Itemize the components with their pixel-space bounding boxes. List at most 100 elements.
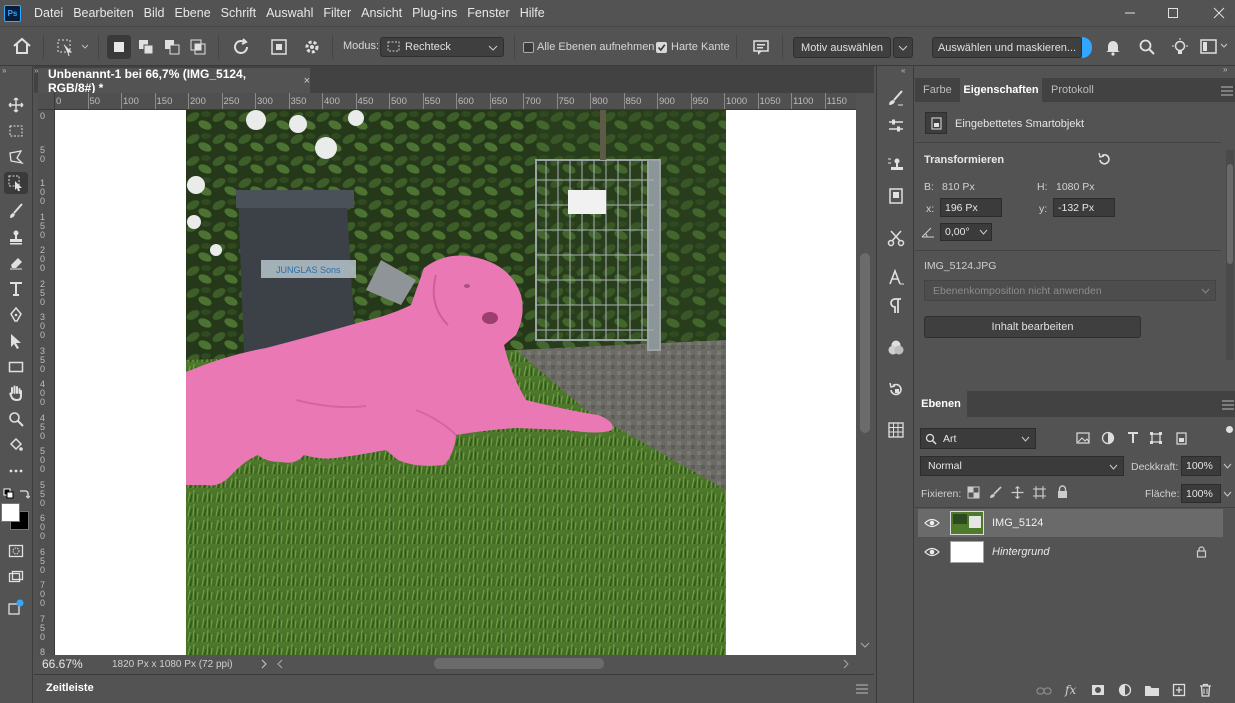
libraries-panel-button[interactable] bbox=[883, 184, 909, 208]
panel-menu-icon[interactable] bbox=[1222, 400, 1234, 410]
filter-shape-button[interactable] bbox=[1149, 431, 1163, 445]
add-to-selection-button[interactable] bbox=[134, 35, 158, 59]
filter-pixel-button[interactable] bbox=[1076, 431, 1090, 445]
filter-adjustment-button[interactable] bbox=[1101, 431, 1115, 445]
angle-input[interactable]: 0,00° bbox=[940, 223, 992, 241]
filter-toggle-icon[interactable] bbox=[1226, 426, 1233, 433]
timeline-tab[interactable]: Zeitleiste bbox=[46, 682, 94, 694]
object-selection-tool[interactable] bbox=[4, 172, 28, 194]
menu-fenster[interactable]: Fenster bbox=[462, 0, 514, 26]
discover-button[interactable] bbox=[1170, 37, 1190, 57]
opacity-input[interactable]: 100% bbox=[1181, 456, 1221, 476]
lasso-tool[interactable] bbox=[4, 146, 28, 168]
tab-farbe[interactable]: Farbe bbox=[923, 78, 952, 102]
blend-mode-select[interactable]: Normal bbox=[920, 456, 1124, 476]
chevron-down-icon[interactable] bbox=[1223, 463, 1232, 470]
menu-plugins[interactable]: Plug-ins bbox=[407, 0, 462, 26]
reset-transform-button[interactable] bbox=[1097, 152, 1111, 166]
stamp-tool[interactable] bbox=[4, 226, 28, 248]
notifications-button[interactable] bbox=[1104, 38, 1122, 56]
brush-settings-panel-button[interactable] bbox=[883, 86, 909, 110]
quick-mask-button[interactable] bbox=[4, 540, 28, 562]
menu-datei[interactable]: Datei bbox=[29, 0, 68, 26]
lock-artboard-button[interactable] bbox=[1033, 486, 1046, 499]
scroll-right-icon[interactable] bbox=[842, 659, 850, 669]
layer-filter-select[interactable]: Art bbox=[920, 428, 1036, 449]
refresh-object-finder-button[interactable] bbox=[230, 36, 252, 58]
layer-comp-select[interactable]: Ebenenkomposition nicht anwenden bbox=[924, 280, 1216, 301]
collapse-icons-icon[interactable]: « bbox=[901, 66, 905, 75]
rectangle-marquee-tool[interactable] bbox=[4, 120, 28, 142]
select-subject-button[interactable]: Motiv auswählen bbox=[793, 37, 891, 58]
more-tools-button[interactable] bbox=[4, 460, 28, 482]
document-tab[interactable]: Unbenannt-1 bei 66,7% (IMG_5124, RGB/8#)… bbox=[38, 67, 310, 95]
search-button[interactable] bbox=[1138, 38, 1156, 56]
y-position-input[interactable]: -132 Px bbox=[1053, 198, 1115, 217]
scroll-left-icon[interactable] bbox=[276, 659, 284, 669]
close-window-button[interactable] bbox=[1196, 0, 1235, 26]
foreground-color-swatch[interactable] bbox=[1, 503, 20, 522]
tab-ebenen[interactable]: Ebenen bbox=[915, 391, 967, 417]
clone-source-panel-button[interactable] bbox=[883, 154, 909, 178]
filter-smart-object-button[interactable] bbox=[1174, 431, 1188, 445]
hard-edge-checkbox[interactable] bbox=[656, 42, 667, 53]
menu-ansicht[interactable]: Ansicht bbox=[356, 0, 407, 26]
subtract-selection-button[interactable] bbox=[160, 35, 184, 59]
new-group-icon[interactable] bbox=[1144, 683, 1160, 697]
all-layers-checkbox[interactable] bbox=[523, 42, 534, 53]
object-select-tool-preset[interactable] bbox=[55, 37, 89, 57]
link-layers-icon[interactable] bbox=[1036, 686, 1052, 696]
paragraph-panel-button[interactable] bbox=[883, 294, 909, 318]
path-selection-tool[interactable] bbox=[4, 330, 28, 352]
menu-bearbeiten[interactable]: Bearbeiten bbox=[68, 0, 138, 26]
menu-auswahl[interactable]: Auswahl bbox=[261, 0, 318, 26]
move-tool[interactable] bbox=[4, 94, 28, 116]
smart-object-photo[interactable]: JUNGLAS Sons bbox=[186, 110, 726, 655]
eye-icon[interactable] bbox=[924, 517, 940, 529]
history-panel-button[interactable] bbox=[883, 378, 909, 402]
layer-row-img5124[interactable]: IMG_5124 bbox=[918, 509, 1223, 537]
lock-all-button[interactable] bbox=[1056, 485, 1069, 499]
panel-menu-icon[interactable] bbox=[1221, 86, 1233, 96]
select-and-mask-button[interactable]: Auswählen und maskieren... bbox=[932, 37, 1082, 58]
color-panel-button[interactable] bbox=[883, 336, 909, 360]
horizontal-scroll-thumb[interactable] bbox=[434, 658, 604, 669]
fill-input[interactable]: 100% bbox=[1181, 484, 1221, 503]
zoom-tool[interactable] bbox=[4, 408, 28, 430]
new-layer-icon[interactable] bbox=[1172, 683, 1186, 697]
menu-hilfe[interactable]: Hilfe bbox=[515, 0, 550, 26]
collapse-tools-icon[interactable]: » bbox=[2, 66, 6, 75]
adjustments-panel-button[interactable] bbox=[883, 114, 909, 138]
character-panel-button[interactable] bbox=[883, 266, 909, 290]
properties-scrollbar[interactable] bbox=[1226, 150, 1234, 360]
ruler-origin[interactable] bbox=[38, 93, 55, 110]
trash-icon[interactable] bbox=[1199, 683, 1212, 697]
eraser-tool[interactable] bbox=[4, 252, 28, 274]
tab-eigenschaften[interactable]: Eigenschaften bbox=[960, 78, 1042, 102]
show-all-objects-button[interactable] bbox=[268, 36, 290, 58]
lock-pixels-button[interactable] bbox=[989, 486, 1002, 499]
lock-position-button[interactable] bbox=[1011, 486, 1024, 499]
add-mask-icon[interactable] bbox=[1091, 683, 1105, 697]
properties-scroll-thumb[interactable] bbox=[1227, 164, 1233, 264]
chevron-down-icon[interactable] bbox=[1223, 491, 1232, 498]
panel-menu-icon[interactable] bbox=[856, 684, 868, 694]
fill-tool[interactable] bbox=[4, 434, 28, 456]
eye-icon[interactable] bbox=[924, 546, 940, 558]
tab-protokoll[interactable]: Protokoll bbox=[1051, 78, 1094, 102]
default-colors-button[interactable] bbox=[3, 488, 15, 500]
menu-ebene[interactable]: Ebene bbox=[170, 0, 216, 26]
mode-select[interactable]: Rechteck bbox=[380, 37, 504, 57]
filter-type-button[interactable] bbox=[1126, 431, 1140, 445]
collapse-dock-icon[interactable]: » bbox=[1223, 65, 1227, 74]
rectangle-tool[interactable] bbox=[4, 356, 28, 378]
lock-transparency-button[interactable] bbox=[967, 486, 980, 499]
vertical-scroll-thumb[interactable] bbox=[860, 253, 870, 433]
scroll-down-icon[interactable] bbox=[860, 641, 870, 649]
x-position-input[interactable]: 196 Px bbox=[940, 198, 1002, 217]
type-tool[interactable] bbox=[4, 278, 28, 300]
workspace-button[interactable] bbox=[1200, 38, 1230, 56]
swap-colors-button[interactable] bbox=[18, 487, 30, 499]
vertical-scrollbar[interactable] bbox=[856, 93, 874, 655]
select-subject-dropdown[interactable] bbox=[893, 37, 913, 58]
